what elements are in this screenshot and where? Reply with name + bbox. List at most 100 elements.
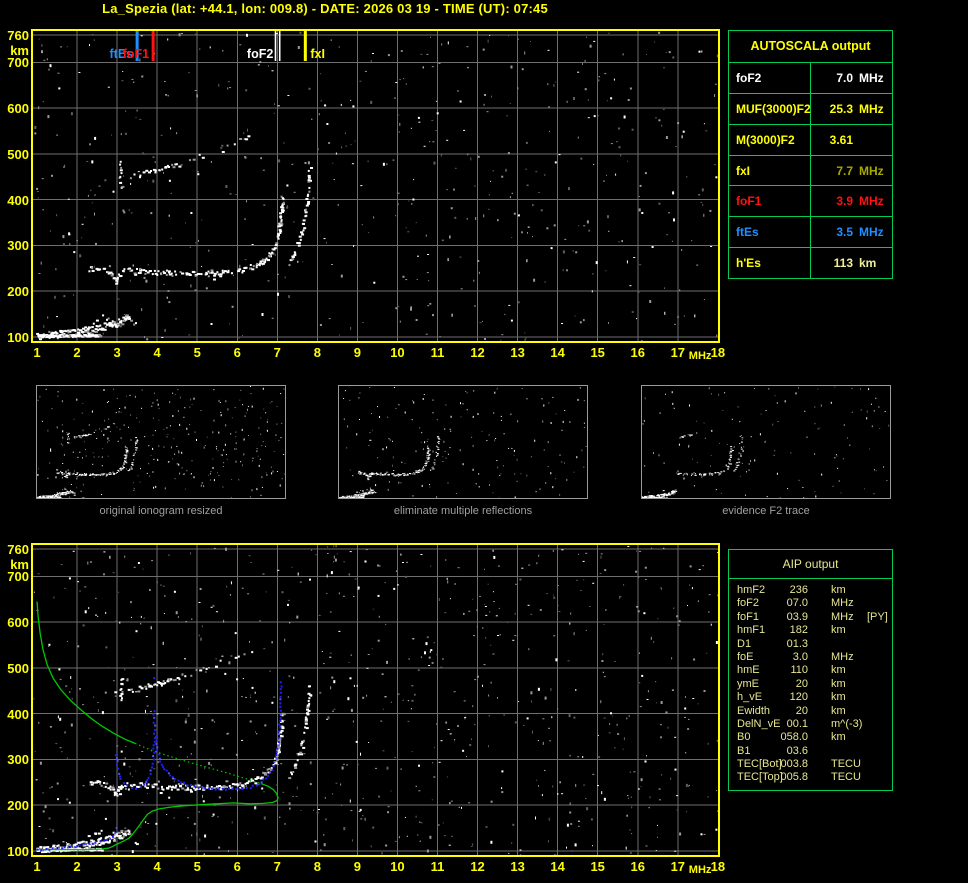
param-label: ftEs [729,217,811,248]
noise-speckle [33,545,718,855]
top-plot-canvas: ftEsfoF1 foF2 fxI [33,31,718,341]
param-unit: MHz [831,650,854,663]
y-tick-label: 400 [7,192,29,208]
param-label: fxI [729,155,811,186]
param-value: 3.9 MHz [836,194,884,209]
autoscala-output-table: AUTOSCALA output foF2 7.0 MHz MUF(3000)F2 25… [728,30,893,279]
x-tick-label: 16 [630,859,645,874]
param-unit: MHz [831,597,854,610]
param-value: 20 [795,704,808,717]
x-tick-label: 17 [670,345,686,360]
ionogram-echo-traces [36,651,313,854]
param-value: 236 [789,584,808,596]
panel-evidence-f2-trace [641,385,891,499]
x-tick-label: 11 [430,345,445,360]
x-axis-unit: MHz [688,864,712,876]
aip-row-TEC[Bot]: TEC[Bot] 003.8 TECU [729,758,892,771]
y-tick-label: 400 [7,706,29,722]
ionogram-echo-traces [36,135,313,341]
param-value: 03.6 [786,744,808,757]
x-tick-label: 6 [233,345,241,360]
autoscala-row-MUF(3000)F2: MUF(3000)F2 25.3 MHz [729,93,892,125]
x-tick-label: 5 [193,859,201,874]
autoscala-row-ftEs: ftEs 3.5 MHz [729,217,892,249]
param-value: 7.7 MHz [836,163,884,178]
x-tick-label: 10 [390,859,405,874]
x-tick-label: 16 [630,345,645,360]
x-tick-label: 5 [193,345,201,360]
aip-row-foE: foE 3.0 MHz [729,651,892,664]
marker-label-foF1: foF1 [123,47,149,61]
x-axis-unit: MHz [688,350,712,362]
param-value: 20 [795,677,808,690]
x-tick-label: 14 [550,859,565,874]
x-tick-label: 6 [233,859,241,874]
autoscala-row-foF2: foF2 7.0 MHz [729,63,892,94]
y-tick-label: 600 [7,615,29,631]
param-label: M(3000)F2 [729,124,811,155]
panel-eliminate-multiple-reflections [338,385,588,499]
param-unit: MHz [831,610,854,623]
y-tick-label: 100 [7,843,29,859]
autoscala-row-M(3000)F2: M(3000)F2 3.61 [729,124,892,156]
autoscala-table-title: AUTOSCALA output [729,31,892,63]
x-tick-label: 8 [313,345,321,360]
y-tick-label: 600 [7,101,29,117]
ionogram-plot-inverted [31,543,720,857]
y-tick-label: 200 [7,798,29,814]
mini-ionogram-traces [37,423,139,498]
panel-caption: eliminate multiple reflections [393,505,533,517]
p2-canvas [339,387,587,498]
param-unit: km [831,624,846,637]
x-tick-label: 4 [153,859,161,874]
grid [33,545,718,855]
panel-caption: evidence F2 trace [722,505,810,517]
param-value: 182 [789,624,808,637]
aip-row-foF1: foF1 03.9 MHz [PY] [729,611,892,624]
param-value: 3.61 [829,132,853,147]
x-tick-label: 12 [470,345,485,360]
param-unit: km [831,664,846,677]
aip-row-ymE: ymE 20 km [729,678,892,691]
param-value: 113 km [833,256,877,271]
p3-canvas [642,386,890,498]
y-tick-label: 760 [7,28,29,43]
y-tick-label: 760 [7,542,29,557]
param-unit: km [831,584,846,596]
x-tick-label: 11 [430,859,445,874]
aip-row-h_vE: h_vE 120 km [729,691,892,704]
param-label: foF2 [729,63,811,93]
x-tick-label: 2 [73,345,81,360]
x-tick-label: 13 [510,345,525,360]
aip-table-body: hmF2 236 km foF2 07.0 MHz foF1 03.9 MHz [PY] hmF1 1… [729,579,892,785]
noise-speckle [34,31,718,341]
param-value: 058.0 [780,731,808,744]
x-tick-label: 3 [113,859,121,874]
fof2-marker-line [274,31,277,61]
aip-row-Ewidth: Ewidth 20 km [729,705,892,718]
x-tick-label: 13 [510,859,525,874]
param-value: 07.0 [786,597,808,610]
y-tick-label: 500 [7,660,29,676]
param-value: 7.0 MHz [836,70,884,85]
param-note: [PY] [867,610,888,623]
x-tick-label: 4 [153,345,161,360]
aip-row-B1: B1 03.6 [729,745,892,758]
bottom-plot-canvas [33,545,718,855]
aip-row-TEC[Top]: TEC[Top] 005.8 TECU [729,771,892,784]
x-tick-label: 14 [550,345,565,360]
param-value: 01.3 [786,637,808,650]
param-value: 110 [790,664,808,677]
x-tick-label: 15 [590,345,605,360]
x-tick-label: 17 [670,859,686,874]
param-unit: km [831,691,846,704]
param-unit: TECU [831,771,861,784]
noise-speckle [343,387,587,498]
param-value: 3.5 MHz [836,225,884,240]
param-unit: km [831,704,846,717]
y-tick-label: 300 [7,752,29,768]
param-unit: km [831,677,846,690]
aip-table-title: AIP output [729,550,892,579]
fxi-marker-line [303,31,307,61]
y-tick-label: 500 [7,146,29,162]
